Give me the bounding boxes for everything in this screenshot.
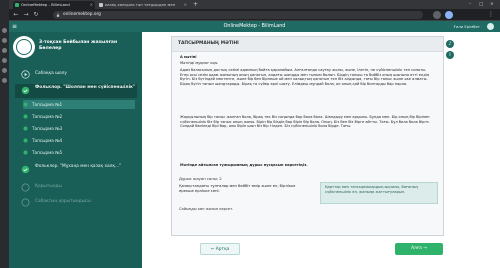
task-dot-icon: [23, 138, 28, 143]
sidebar-task-label: Тапсырма №5: [32, 150, 63, 155]
task-dot-icon: [23, 126, 28, 131]
browser-tab[interactable]: казақ халқына тән тағдырдан мен ×: [97, 1, 189, 9]
play-circle-icon: [21, 70, 30, 79]
answers-count: Дұрыс жауап саны: 2: [179, 176, 222, 181]
minimize-icon[interactable]: –: [469, 0, 471, 9]
app-title: OnlineMektep - BilimLand: [223, 24, 286, 29]
sidebar-task-3[interactable]: Тапсырма №3: [23, 124, 135, 133]
info-icon[interactable]: i: [446, 51, 454, 59]
check-circle-icon: [21, 86, 30, 95]
circle-icon: [21, 183, 30, 192]
sidebar-item-label: Фольклор. "Шолпан мен сүйіспеншілік": [35, 85, 136, 90]
lesson-content: ТАПСЫРМАНЫҢ МӘТІНІ А мәтіні Мәтінді мұқи…: [142, 32, 500, 268]
tab-title: казақ халқына тән тағдырдан мен: [105, 2, 176, 7]
sidebar-task-label: Тапсырма №2: [32, 114, 63, 119]
lock-icon: [56, 13, 60, 17]
sidebar-task-label: Тапсырма №4: [32, 138, 63, 143]
address-bar[interactable]: onlinemektep.org: [53, 11, 423, 19]
web-page: ≡ OnlineMektep - BilimLand Ғали Ерімбет …: [9, 21, 500, 268]
prev-button[interactable]: ← Артқа: [200, 243, 240, 255]
course-logo-icon: [13, 36, 35, 58]
arrow-right-icon: →: [421, 246, 427, 251]
sidebar-item-summary[interactable]: Қорытынды: [15, 183, 137, 192]
task-dot-icon: [23, 114, 28, 119]
task-dot-icon: [23, 102, 28, 107]
new-tab-icon[interactable]: +: [193, 0, 198, 9]
sidebar-task-label: Тапсырма №1: [32, 102, 63, 107]
answer-option[interactable]: Қазақстандағы тұлғалар мен бейбіт өмір ж…: [179, 184, 309, 194]
app-header: ≡ OnlineMektep - BilimLand Ғали Ерімбет: [9, 21, 500, 32]
sidebar-task-5[interactable]: Тапсырма №5: [23, 148, 135, 157]
rail-icon[interactable]: [2, 78, 7, 83]
sidebar-task-label: Тапсырма №3: [32, 126, 63, 131]
sidebar-item-conclusion[interactable]: Сабақтың қорытындысы: [15, 198, 137, 210]
menu-dots-icon[interactable]: ⋮: [487, 11, 495, 19]
task-text-panel: ТАПСЫРМАНЫҢ МӘТІНІ А мәтіні Мәтінді мұқи…: [171, 36, 444, 236]
sidebar-task-1[interactable]: Тапсырма №1: [23, 100, 135, 109]
course-header: 3-тоқсан Бейбылан жазылған Бөлелер: [13, 36, 138, 60]
sidebar-item-label: Сабақтың қорытындысы: [35, 199, 91, 204]
back-icon[interactable]: ←: [12, 11, 20, 19]
close-tab-icon[interactable]: ×: [90, 1, 93, 9]
question-text: Мәтінде айтылған тұжырымның дұрыс нұсқас…: [180, 163, 308, 167]
rail-icon[interactable]: [2, 28, 7, 33]
sidebar-item-overview[interactable]: Сабаққа шолу: [15, 70, 137, 79]
sidebar-task-4[interactable]: Тапсырма №4: [23, 136, 135, 145]
prev-label: Артқа: [215, 247, 230, 252]
close-window-icon[interactable]: ×: [490, 0, 494, 9]
text-heading: А мәтіні: [180, 55, 197, 59]
panel-header: ТАПСЫРМАНЫҢ МӘТІНІ: [172, 37, 443, 52]
task-dot-icon: [23, 150, 28, 155]
reading-paragraph: Жарқылының бір таныс жалған бола, бірақ …: [180, 115, 430, 129]
browser-toolbar: ← → ↻ onlinemektep.org ⋮: [9, 9, 500, 21]
rail-icon[interactable]: [2, 48, 7, 53]
site-favicon-icon: [99, 3, 103, 7]
rail-icon[interactable]: [2, 38, 7, 43]
rail-icon[interactable]: [2, 58, 7, 63]
app-rail: [0, 0, 9, 268]
check-circle-icon: [21, 165, 30, 174]
browser-tab-active[interactable]: OnlineMektep - BilimLand ×: [13, 1, 95, 9]
answer-option[interactable]: Сайыңды көп жазып көрсет.: [179, 207, 233, 211]
site-favicon-icon: [15, 3, 19, 7]
reading-paragraph: Адам баласының достық сезімі адамның бой…: [180, 68, 430, 87]
sidebar-item-lesson-2[interactable]: Фольклор. "Мұхаңа мен қазақ халқ...": [15, 163, 137, 177]
browser-tab-bar: OnlineMektep - BilimLand × казақ халқына…: [9, 0, 500, 9]
tab-title: OnlineMektep - BilimLand: [21, 2, 70, 7]
reload-icon[interactable]: ↻: [32, 11, 40, 19]
rail-icon[interactable]: [2, 68, 7, 73]
sidebar-item-label: Фольклор. "Мұхаңа мен қазақ халқ...": [35, 164, 122, 169]
sidebar-item-label: Қорытынды: [35, 184, 62, 189]
profile-icon[interactable]: [445, 11, 453, 19]
sidebar-item-lesson[interactable]: Фольклор. "Шолпан мен сүйіспеншілік": [15, 84, 137, 98]
instruction-text: Мәтінді мұқият оқы.: [180, 61, 219, 65]
feedback-box: Қарттар мен тапсырмалардың ықпалы, баған…: [320, 182, 438, 204]
speaker-icon[interactable]: ♪: [446, 40, 454, 48]
user-name[interactable]: Ғали Ерімбет: [453, 21, 480, 32]
panel-title: ТАПСЫРМАНЫҢ МӘТІНІ: [178, 41, 239, 46]
extension-icon[interactable]: [433, 11, 441, 19]
avatar[interactable]: [487, 23, 494, 30]
next-label: Алға: [411, 246, 422, 251]
course-sidebar: 3-тоқсан Бейбылан жазылған Бөлелер Сабақ…: [9, 32, 142, 268]
course-title: 3-тоқсан Бейбылан жазылған Бөлелер: [39, 40, 118, 51]
forward-icon[interactable]: →: [22, 11, 30, 19]
maximize-icon[interactable]: □: [479, 0, 483, 9]
sidebar-item-label: Сабаққа шолу: [35, 71, 67, 76]
url-text: onlinemektep.org: [63, 12, 101, 17]
close-tab-icon[interactable]: ×: [184, 1, 187, 9]
next-button[interactable]: Алға →: [395, 243, 443, 255]
sidebar-task-2[interactable]: Тапсырма №2: [23, 112, 135, 121]
circle-icon: [21, 198, 30, 207]
